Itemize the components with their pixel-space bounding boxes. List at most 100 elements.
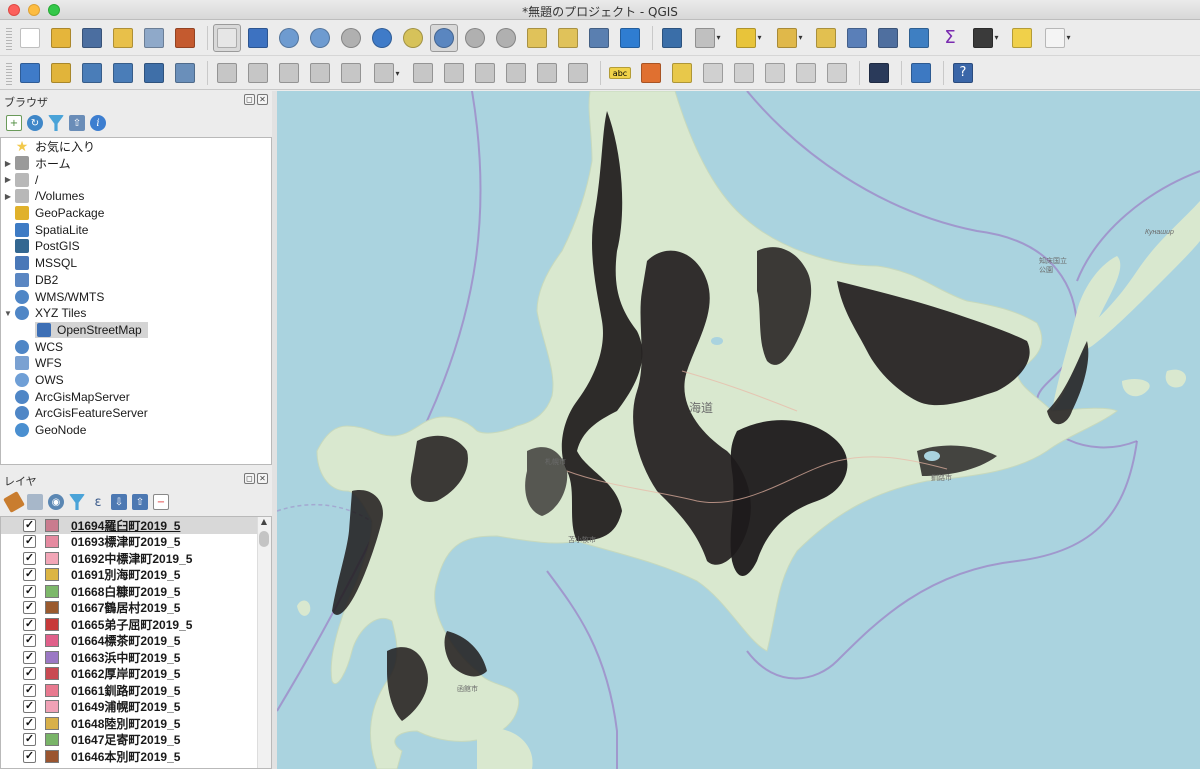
layer-symbol-swatch[interactable] (45, 551, 59, 565)
field-calculator-button[interactable] (874, 24, 902, 52)
layer-symbol-swatch[interactable] (45, 568, 59, 582)
layer-visibility-checkbox[interactable]: ✓ (23, 634, 36, 648)
browser-item-postgis[interactable]: PostGIS (1, 238, 271, 255)
pin-label-button[interactable] (699, 59, 727, 87)
new-spatialite-button[interactable] (109, 59, 137, 87)
layer-visibility-checkbox[interactable]: ✓ (23, 601, 36, 615)
layer-visibility-checkbox[interactable]: ✓ (23, 749, 36, 763)
layer-symbol-swatch[interactable] (45, 716, 59, 730)
map-tips-button[interactable] (1008, 24, 1036, 52)
scroll-up-arrow-icon[interactable]: ▲ (257, 517, 271, 531)
layer-row[interactable]: ✓ 01648陸別町2019_5 (1, 715, 271, 732)
select-by-value-button[interactable]: ▾ (771, 24, 809, 52)
new-project-button[interactable] (16, 24, 44, 52)
browser-item-volumes[interactable]: ▶ /Volumes (1, 188, 271, 205)
save-edits-button[interactable] (275, 59, 303, 87)
layer-visibility-checkbox[interactable]: ✓ (23, 535, 36, 549)
python-button[interactable] (907, 59, 935, 87)
toolbox-button[interactable] (905, 24, 933, 52)
pan-to-selection-button[interactable] (244, 24, 272, 52)
new-virtual-layer-button[interactable] (140, 59, 168, 87)
layer-symbol-swatch[interactable] (45, 617, 59, 631)
layer-symbol-swatch[interactable] (45, 749, 59, 763)
zoom-last-button[interactable] (461, 24, 489, 52)
save-project-button[interactable] (78, 24, 106, 52)
run-action-button[interactable]: ▾ (689, 24, 727, 52)
close-panel-icon[interactable]: ✕ (257, 94, 268, 105)
browser-item-[interactable]: ▶ / (1, 171, 271, 188)
layer-visibility-checkbox[interactable]: ✓ (23, 667, 36, 681)
layer-row[interactable]: ✓ 01691別海町2019_5 (1, 567, 271, 584)
remove-layer-icon[interactable]: − (153, 494, 169, 510)
expanded-arrow-icon[interactable]: ▼ (1, 309, 15, 318)
paste-features-button[interactable] (502, 59, 530, 87)
highlight-labels-button[interactable] (668, 59, 696, 87)
layer-symbol-swatch[interactable] (45, 584, 59, 598)
zoom-out-button[interactable] (306, 24, 334, 52)
toolbar-grip[interactable] (6, 61, 12, 85)
browser-item-wcs[interactable]: WCS (1, 338, 271, 355)
browser-item-geopackage[interactable]: GeoPackage (1, 205, 271, 222)
layer-row[interactable]: ✓ 01694羅臼町2019_5 (1, 517, 271, 534)
measure-button[interactable]: ▾ (967, 24, 1005, 52)
expand-all-icon[interactable]: ⇩ (111, 494, 127, 510)
browser-item-arcgismapserver[interactable]: ArcGisMapServer (1, 388, 271, 405)
filter-by-expression-icon[interactable]: ε (90, 494, 106, 510)
collapse-all-layers-icon[interactable]: ⇧ (132, 494, 148, 510)
filter-browser-icon[interactable] (48, 115, 64, 131)
layer-symbol-swatch[interactable] (45, 634, 59, 648)
zoom-to-selection-button[interactable] (399, 24, 427, 52)
filter-legend-icon[interactable] (69, 494, 85, 510)
add-polygon-button[interactable] (306, 59, 334, 87)
gps-car-button[interactable] (865, 59, 893, 87)
cut-features-button[interactable] (440, 59, 468, 87)
layer-visibility-checkbox[interactable]: ✓ (23, 518, 36, 532)
layer-symbol-swatch[interactable] (45, 733, 59, 747)
rotate-label-button[interactable] (792, 59, 820, 87)
layer-visibility-checkbox[interactable]: ✓ (23, 584, 36, 598)
attribute-table-button[interactable] (843, 24, 871, 52)
browser-item-wms-wmts[interactable]: WMS/WMTS (1, 288, 271, 305)
new-bookmark-button[interactable] (523, 24, 551, 52)
open-project-button[interactable] (47, 24, 75, 52)
digitize-pencil-button[interactable] (213, 59, 241, 87)
identify-button[interactable] (658, 24, 686, 52)
label-tool-abc-button[interactable]: abc (606, 59, 634, 87)
new-shapefile-button[interactable] (78, 59, 106, 87)
diagram-button[interactable] (637, 59, 665, 87)
browser-item-ows[interactable]: OWS (1, 372, 271, 389)
layer-visibility-checkbox[interactable]: ✓ (23, 716, 36, 730)
undo-button[interactable] (533, 59, 561, 87)
save-as-button[interactable] (109, 24, 137, 52)
map-canvas[interactable]: 海道 釧路市 苫小牧市 札幌市 函館市 知床国立公園 Кунашир (277, 91, 1200, 769)
toolbar-grip[interactable] (6, 25, 12, 50)
new-temporary-layer-button[interactable] (171, 59, 199, 87)
help-button[interactable]: ? (949, 59, 977, 87)
style-manager-button[interactable] (171, 24, 199, 52)
layer-visibility-checkbox[interactable]: ✓ (23, 700, 36, 714)
text-annotation-button[interactable]: ▾ (1039, 24, 1077, 52)
layer-visibility-checkbox[interactable]: ✓ (23, 568, 36, 582)
layer-symbol-swatch[interactable] (45, 535, 59, 549)
pan-button[interactable] (213, 23, 241, 52)
float-panel-icon[interactable]: ◻ (244, 94, 255, 105)
delete-selected-button[interactable] (409, 59, 437, 87)
layer-row[interactable]: ✓ 01663浜中町2019_5 (1, 649, 271, 666)
manage-map-themes-eye-icon[interactable]: ◉ (48, 494, 64, 510)
browser-item-spatialite[interactable]: SpatiaLite (1, 221, 271, 238)
zoom-native-button[interactable] (337, 24, 365, 52)
layer-row[interactable]: ✓ 01646本別町2019_5 (1, 748, 271, 765)
layers-scrollbar[interactable]: ▲ (257, 517, 271, 768)
browser-item-db2[interactable]: DB2 (1, 272, 271, 289)
show-hide-labels-button[interactable] (730, 59, 758, 87)
layer-row[interactable]: ✓ 01649浦幌町2019_5 (1, 699, 271, 716)
redo-button[interactable] (564, 59, 592, 87)
select-features-button[interactable]: ▾ (730, 24, 768, 52)
browser-item-[interactable]: ▶ ホーム (1, 155, 271, 172)
move-label-button[interactable] (761, 59, 789, 87)
layer-symbol-swatch[interactable] (45, 518, 59, 532)
layer-row[interactable]: ✓ 01664標茶町2019_5 (1, 633, 271, 650)
layer-row[interactable]: ✓ 01662厚岸町2019_5 (1, 666, 271, 683)
copy-features-button[interactable] (471, 59, 499, 87)
layer-visibility-checkbox[interactable]: ✓ (23, 617, 36, 631)
